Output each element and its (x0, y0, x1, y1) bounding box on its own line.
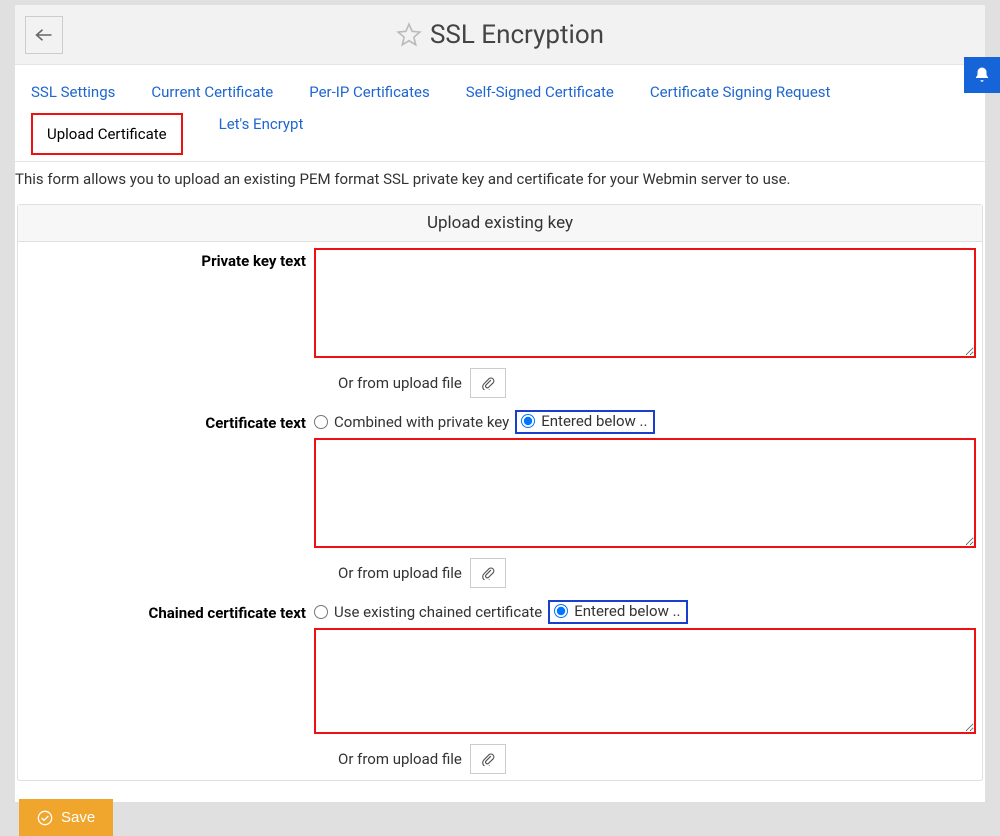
paperclip-icon (481, 376, 495, 390)
page-header: SSL Encryption (15, 5, 985, 65)
certificate-textarea[interactable] (314, 438, 976, 548)
save-button[interactable]: Save (19, 799, 113, 836)
bell-icon (973, 66, 991, 84)
private-key-or-upload-label: Or from upload file (338, 374, 462, 392)
chained-radio-existing-label: Use existing chained certificate (334, 603, 542, 621)
chained-textarea[interactable] (314, 628, 976, 734)
tab-certificate-signing-request[interactable]: Certificate Signing Request (650, 83, 831, 115)
private-key-label: Private key text (18, 248, 314, 270)
back-button[interactable] (25, 16, 63, 54)
private-key-upload-button[interactable] (470, 368, 506, 398)
form-description: This form allows you to upload an existi… (15, 162, 985, 198)
check-circle-icon (37, 810, 53, 826)
notifications-button[interactable] (964, 57, 1000, 93)
certificate-upload-button[interactable] (470, 558, 506, 588)
tab-lets-encrypt[interactable]: Let's Encrypt (219, 115, 304, 161)
tab-ssl-settings[interactable]: SSL Settings (31, 83, 115, 115)
chained-label: Chained certificate text (18, 600, 314, 622)
back-arrow-icon (35, 28, 53, 42)
certificate-radio-combined[interactable] (314, 415, 328, 429)
chained-radio-entered[interactable] (554, 604, 568, 618)
certificate-or-upload-label: Or from upload file (338, 564, 462, 582)
tab-current-certificate[interactable]: Current Certificate (151, 83, 273, 115)
upload-panel: Upload existing key Private key text Or … (17, 204, 983, 781)
certificate-label: Certificate text (18, 410, 314, 432)
star-icon[interactable] (396, 22, 422, 48)
certificate-radio-entered-label: Entered below .. (541, 412, 647, 430)
save-button-label: Save (61, 809, 95, 826)
panel-title: Upload existing key (18, 205, 982, 242)
paperclip-icon (481, 566, 495, 580)
certificate-radio-combined-label: Combined with private key (334, 413, 509, 431)
chained-upload-button[interactable] (470, 744, 506, 774)
chained-radio-entered-label: Entered below .. (574, 602, 680, 620)
private-key-textarea[interactable] (314, 248, 976, 358)
certificate-radio-entered[interactable] (521, 414, 535, 428)
chained-radio-existing[interactable] (314, 605, 328, 619)
tab-self-signed-certificate[interactable]: Self-Signed Certificate (466, 83, 614, 115)
tab-per-ip-certificates[interactable]: Per-IP Certificates (309, 83, 429, 115)
tab-upload-certificate[interactable]: Upload Certificate (31, 113, 183, 155)
page-title: SSL Encryption (430, 20, 604, 50)
tab-bar: SSL Settings Current Certificate Per-IP … (15, 65, 985, 162)
paperclip-icon (481, 752, 495, 766)
chained-or-upload-label: Or from upload file (338, 750, 462, 768)
